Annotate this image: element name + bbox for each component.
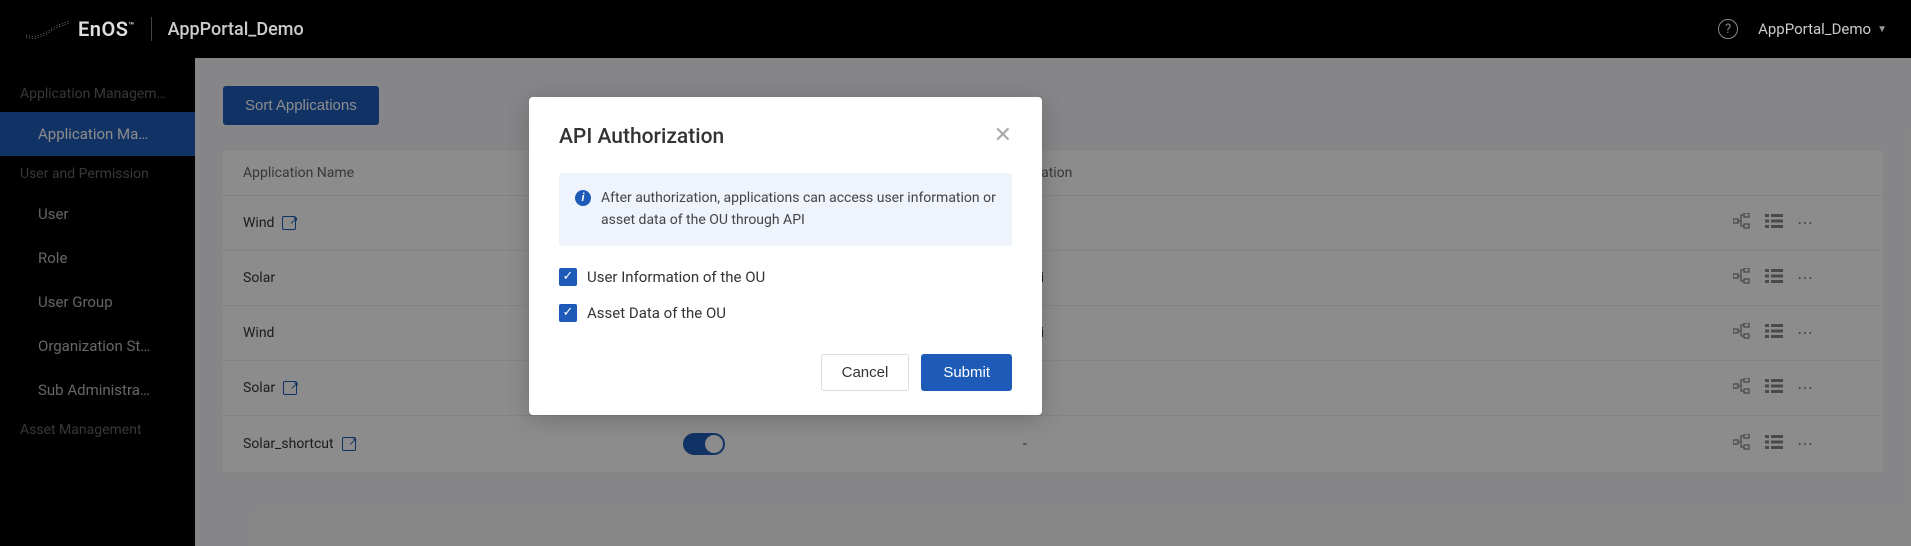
header-divider xyxy=(151,17,152,41)
modal-header: API Authorization ✕ xyxy=(559,125,1012,149)
checkbox-asset-data[interactable]: ✓ Asset Data of the OU xyxy=(559,304,1012,322)
info-icon: i xyxy=(575,190,591,206)
chevron-down-icon: ▼ xyxy=(1877,24,1887,35)
header-right: ? AppPortal_Demo ▼ xyxy=(1718,19,1887,39)
logo[interactable]: EnOS™ xyxy=(24,17,135,41)
user-menu[interactable]: AppPortal_Demo ▼ xyxy=(1758,20,1887,38)
submit-button[interactable]: Submit xyxy=(921,354,1012,391)
header-left: EnOS™ AppPortal_Demo xyxy=(24,17,304,41)
checkbox-icon[interactable]: ✓ xyxy=(559,268,577,286)
api-authorization-modal: API Authorization ✕ i After authorizatio… xyxy=(529,97,1042,415)
app-title: AppPortal_Demo xyxy=(168,19,304,40)
info-box: i After authorization, applications can … xyxy=(559,173,1012,246)
cancel-button[interactable]: Cancel xyxy=(821,354,910,391)
user-menu-label: AppPortal_Demo xyxy=(1758,20,1871,38)
checkbox-label: Asset Data of the OU xyxy=(587,304,726,322)
logo-text: EnOS™ xyxy=(78,17,135,41)
checkbox-icon[interactable]: ✓ xyxy=(559,304,577,322)
checkbox-user-info[interactable]: ✓ User Information of the OU xyxy=(559,268,1012,286)
checkbox-label: User Information of the OU xyxy=(587,268,765,286)
app-header: EnOS™ AppPortal_Demo ? AppPortal_Demo ▼ xyxy=(0,0,1911,58)
logo-icon xyxy=(24,17,72,41)
modal-title: API Authorization xyxy=(559,125,724,149)
close-icon[interactable]: ✕ xyxy=(994,125,1012,147)
modal-footer: Cancel Submit xyxy=(559,354,1012,391)
info-text: After authorization, applications can ac… xyxy=(601,187,996,232)
help-icon[interactable]: ? xyxy=(1718,19,1738,39)
